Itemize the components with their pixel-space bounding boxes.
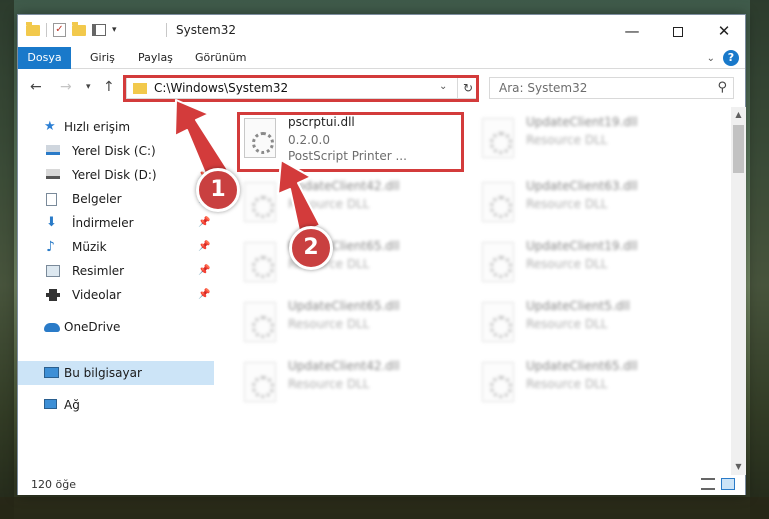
title-bar: ✓ ▾ System32 — ✕ [18, 15, 745, 47]
dll-file-icon [482, 362, 514, 402]
step-one-badge: 1 [196, 168, 240, 212]
ribbon-controls: ⌄ ? [707, 50, 739, 66]
dll-file-icon [482, 242, 514, 282]
quick-access-toolbar: ✓ ▾ [26, 21, 117, 37]
file-item[interactable]: UpdateClient19.dll Resource DLL [478, 237, 703, 295]
file-highlight [237, 112, 464, 172]
up-arrow-icon[interactable]: ↑ [103, 79, 115, 95]
search-icon[interactable]: ⚲ [717, 80, 727, 95]
properties-check-icon[interactable]: ✓ [53, 23, 66, 37]
pin-icon[interactable]: 📌 [198, 259, 210, 283]
window-title: System32 [176, 23, 237, 37]
tab-file[interactable]: Dosya [18, 47, 71, 69]
drive-icon [46, 145, 60, 155]
properties-icon[interactable] [92, 24, 106, 36]
scroll-thumb[interactable] [733, 125, 744, 173]
large-icons-view-icon[interactable] [721, 478, 735, 490]
file-item[interactable]: UpdateClient5.dll Resource DLL [478, 297, 703, 355]
computer-icon [44, 367, 59, 378]
pin-icon[interactable]: 📌 [198, 283, 210, 307]
sidebar-item-disk-d[interactable]: Yerel Disk (D:) 📌 [18, 163, 214, 187]
sidebar-item-network[interactable]: Ağ [18, 393, 214, 417]
dll-file-icon [244, 302, 276, 342]
sidebar-item-music[interactable]: ♪ Müzik 📌 [18, 235, 214, 259]
download-icon: ⬇ [46, 215, 57, 230]
navigation-pane: ★ Hızlı erişim Yerel Disk (C:) 📌 Yerel D… [18, 107, 214, 475]
title-divider [166, 23, 167, 37]
forward-arrow-icon[interactable]: → [60, 79, 72, 95]
documents-icon [46, 193, 57, 206]
pin-icon[interactable]: 📌 [198, 139, 210, 163]
file-item[interactable]: UpdateClient65.dll Resource DLL [478, 357, 703, 415]
music-icon: ♪ [46, 239, 55, 255]
tab-share[interactable]: Paylaş [128, 47, 183, 69]
close-button[interactable]: ✕ [701, 15, 747, 47]
scroll-up-icon[interactable]: ▲ [731, 107, 746, 123]
customize-toolbar-caret-icon[interactable]: ▾ [112, 25, 117, 35]
dll-file-icon [244, 182, 276, 222]
sidebar-item-videos[interactable]: Videolar 📌 [18, 283, 214, 307]
file-item[interactable]: UpdateClient19.dll Resource DLL [478, 113, 703, 171]
help-icon[interactable]: ? [723, 50, 739, 66]
file-item[interactable]: UpdateClient42.dll Resource DLL [240, 177, 465, 235]
star-icon: ★ [44, 119, 56, 134]
step-two-badge: 2 [289, 226, 333, 270]
sidebar-item-downloads[interactable]: ⬇ İndirmeler 📌 [18, 211, 214, 235]
file-item[interactable]: UpdateClient63.dll Resource DLL [478, 177, 703, 235]
sidebar-item-disk-c[interactable]: Yerel Disk (C:) 📌 [18, 139, 214, 163]
dll-file-icon [244, 362, 276, 402]
back-arrow-icon[interactable]: ← [30, 79, 42, 95]
search-placeholder: Ara: System32 [499, 81, 588, 95]
dll-file-icon [482, 182, 514, 222]
sidebar-item-this-pc[interactable]: Bu bilgisayar [18, 361, 214, 385]
file-item[interactable]: UpdateClient42.dll Resource DLL [240, 357, 465, 415]
toolbar-divider [46, 23, 47, 37]
sidebar-item-documents[interactable]: Belgeler 📌 [18, 187, 214, 211]
background-tree [0, 0, 14, 519]
scroll-down-icon[interactable]: ▼ [731, 459, 746, 475]
network-icon [44, 399, 57, 409]
videos-icon [46, 289, 60, 301]
search-input[interactable]: Ara: System32 ⚲ [489, 77, 734, 99]
minimize-button[interactable]: — [609, 15, 655, 47]
sidebar-item-onedrive[interactable]: OneDrive [18, 315, 214, 339]
cloud-icon [44, 323, 60, 332]
address-bar-highlight [123, 75, 479, 102]
pin-icon[interactable]: 📌 [198, 211, 210, 235]
tab-view[interactable]: Görünüm [185, 47, 256, 69]
new-folder-icon[interactable] [72, 21, 86, 36]
dll-file-icon [482, 118, 514, 158]
recent-locations-caret-icon[interactable]: ▾ [86, 82, 91, 92]
maximize-icon [673, 26, 683, 37]
pin-icon[interactable]: 📌 [198, 235, 210, 259]
tab-home[interactable]: Giriş [80, 47, 125, 69]
expand-ribbon-chevron-icon[interactable]: ⌄ [707, 53, 715, 64]
background-ground [0, 497, 769, 519]
details-view-icon[interactable] [701, 478, 715, 490]
ribbon-tabs: Dosya Giriş Paylaş Görünüm ⌄ ? [18, 47, 745, 69]
sidebar-item-quick-access[interactable]: ★ Hızlı erişim [18, 115, 214, 139]
pictures-icon [46, 265, 60, 277]
dll-file-icon [482, 302, 514, 342]
vertical-scrollbar[interactable]: ▲ ▼ [731, 107, 746, 475]
file-item[interactable]: UpdateClient65.dll Resource DLL [240, 297, 465, 355]
maximize-button[interactable] [655, 15, 701, 47]
drive-icon [46, 169, 60, 179]
file-item[interactable]: UpdateClient65.dll Resource DLL [240, 237, 465, 295]
folder-icon[interactable] [26, 21, 40, 36]
background-tree [750, 0, 769, 519]
dll-file-icon [244, 242, 276, 282]
status-bar: 120 öğe [18, 475, 745, 495]
sidebar-item-pictures[interactable]: Resimler 📌 [18, 259, 214, 283]
item-count: 120 öğe [31, 478, 76, 491]
